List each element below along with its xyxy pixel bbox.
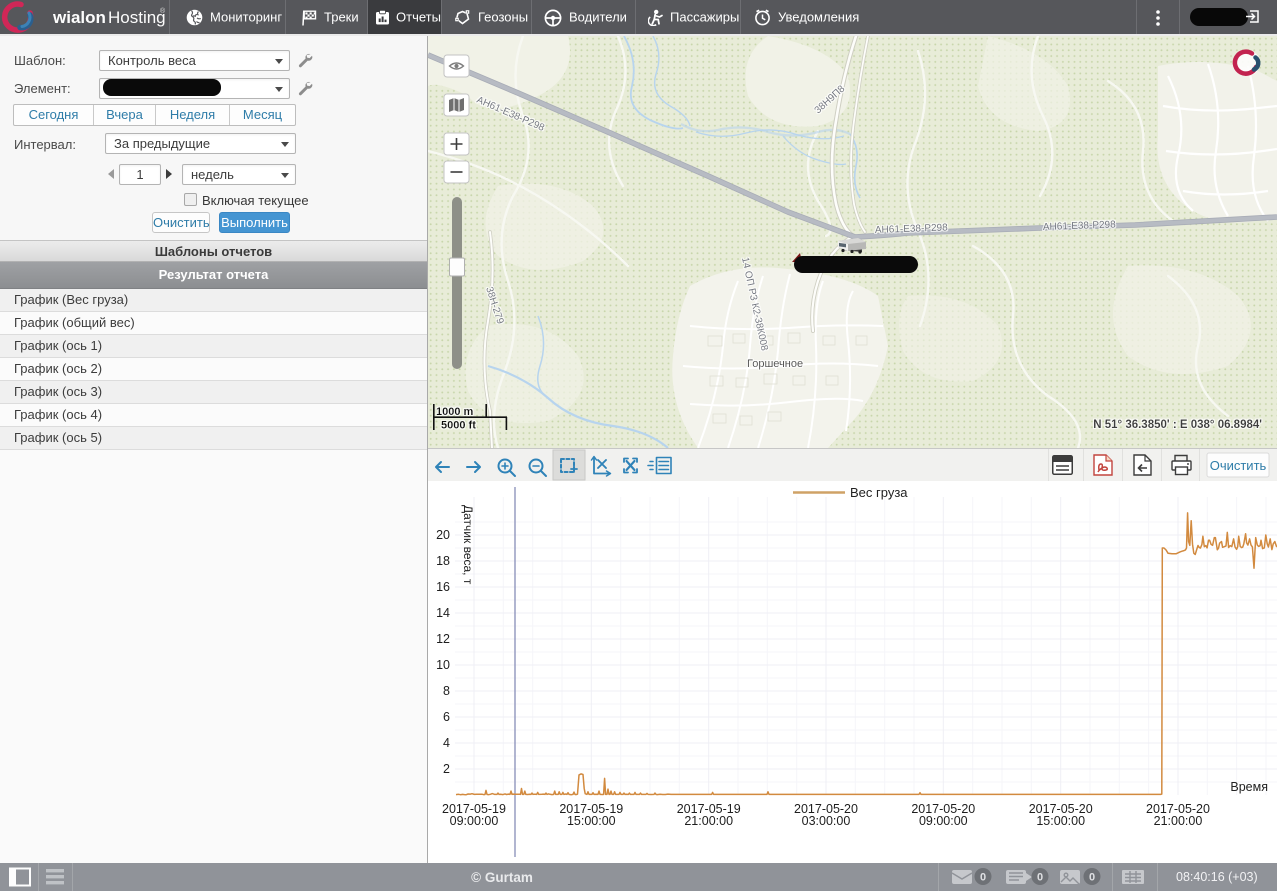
- svg-text:20: 20: [436, 528, 450, 542]
- svg-text:0: 0: [980, 872, 986, 884]
- svg-text:5000 ft: 5000 ft: [441, 420, 476, 432]
- svg-text:0: 0: [1089, 872, 1095, 884]
- svg-text:14: 14: [436, 606, 450, 620]
- svg-text:0: 0: [1037, 872, 1043, 884]
- svg-text:09:00:00: 09:00:00: [450, 814, 499, 828]
- svg-text:Очистить: Очистить: [1210, 458, 1267, 473]
- svg-text:Hosting: Hosting: [108, 8, 166, 27]
- svg-text:4: 4: [443, 736, 450, 750]
- svg-text:09:00:00: 09:00:00: [919, 814, 968, 828]
- svg-text:wialon: wialon: [52, 8, 106, 27]
- svg-text:2: 2: [443, 762, 450, 776]
- svg-text:6: 6: [443, 710, 450, 724]
- svg-text:18: 18: [436, 554, 450, 568]
- svg-text:12: 12: [436, 632, 450, 646]
- svg-text:8: 8: [443, 684, 450, 698]
- svg-text:15:00:00: 15:00:00: [1036, 814, 1085, 828]
- svg-text:N 51° 36.3850' : E 038° 06.898: N 51° 36.3850' : E 038° 06.8984': [1093, 419, 1262, 431]
- svg-text:08:40:16 (+03): 08:40:16 (+03): [1176, 870, 1258, 884]
- svg-text:Датчик веса, т: Датчик веса, т: [461, 505, 475, 585]
- svg-text:© Gurtam: © Gurtam: [471, 870, 533, 885]
- svg-text:®: ®: [160, 7, 166, 15]
- svg-text:16: 16: [436, 580, 450, 594]
- svg-text:21:00:00: 21:00:00: [1154, 814, 1203, 828]
- svg-text:10: 10: [436, 658, 450, 672]
- svg-text:Вес груза: Вес груза: [850, 485, 908, 500]
- svg-text:21:00:00: 21:00:00: [684, 814, 733, 828]
- svg-text:15:00:00: 15:00:00: [567, 814, 616, 828]
- svg-text:1000 m: 1000 m: [436, 406, 474, 418]
- svg-text:03:00:00: 03:00:00: [802, 814, 851, 828]
- svg-text:Время: Время: [1230, 780, 1268, 794]
- svg-text:Горшечное: Горшечное: [747, 358, 803, 370]
